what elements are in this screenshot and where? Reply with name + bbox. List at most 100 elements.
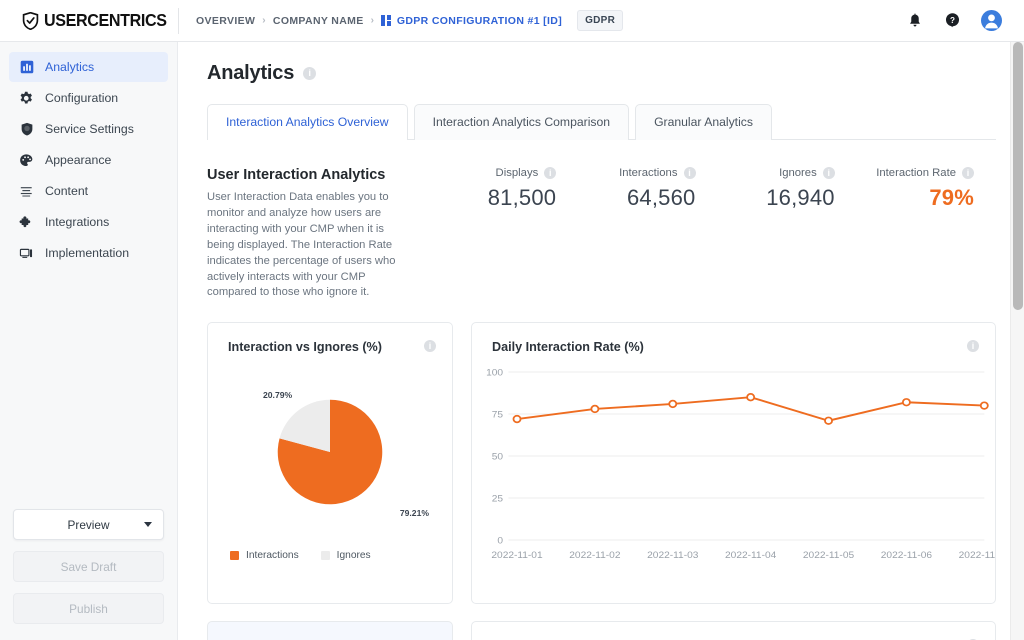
data-point[interactable] xyxy=(512,415,522,424)
header-actions: ? xyxy=(905,10,1010,31)
card-info-icon[interactable]: i xyxy=(424,340,436,353)
scrollbar-thumb[interactable] xyxy=(1013,42,1023,310)
card-info-icon[interactable]: i xyxy=(967,340,979,353)
sidebar-actions: Preview Save Draft Publish xyxy=(0,509,177,640)
x-axis-tick-label: 2022-11-03 xyxy=(647,551,699,562)
legend-item-ignores[interactable]: Ignores xyxy=(320,550,371,562)
card-title: Interaction vs Ignores (%) xyxy=(228,340,382,355)
sidebar-item-implementation[interactable]: Implementation xyxy=(9,238,168,268)
sidebar-item-configuration[interactable]: Configuration xyxy=(9,83,168,113)
brand-name: USERCENTRICS xyxy=(44,10,167,30)
tab-interaction-analytics-comparison[interactable]: Interaction Analytics Comparison xyxy=(413,104,630,140)
sidebar-item-label: Service Settings xyxy=(45,122,134,136)
sidebar-item-content[interactable]: Content xyxy=(9,176,168,206)
data-point[interactable] xyxy=(979,401,989,411)
charts-row: Interaction vs Ignores (%) i 20.79% 79.2… xyxy=(207,301,1010,605)
sidebar-item-label: Content xyxy=(45,184,89,198)
kpi-value: 79% xyxy=(929,185,974,210)
breadcrumb-separator: › xyxy=(262,15,266,26)
card-header: Interaction vs Ignores (%) i xyxy=(208,323,452,354)
app-root: USERCENTRICS Overview › Company Name › G… xyxy=(0,0,1024,640)
chart-placeholder-card xyxy=(207,621,453,640)
pie-slice-label-ignores: 20.79% xyxy=(263,390,293,401)
x-axis-tick-label: 2022-11-07 xyxy=(959,551,995,562)
header-divider xyxy=(178,7,179,34)
sidebar-item-integrations[interactable]: Integrations xyxy=(9,207,168,237)
app-body: Analytics Configuration Service Settings xyxy=(0,42,1024,640)
kpi-label: Interaction Rate xyxy=(876,167,956,179)
x-axis-tick-label: 2022-11-02 xyxy=(569,551,620,562)
breadcrumb-item-configuration[interactable]: GDPR Configuration #1 [ID] xyxy=(381,15,562,27)
pie-chart: 20.79% 79.21% xyxy=(208,354,452,550)
kpi-info-icon[interactable]: i xyxy=(962,167,974,179)
svg-text:?: ? xyxy=(950,16,955,25)
publish-button[interactable]: Publish xyxy=(13,593,164,624)
legend-label: Interactions xyxy=(246,550,299,562)
legend-swatch xyxy=(320,551,330,561)
x-axis-tick-label: 2022-11-04 xyxy=(725,551,777,562)
main-inner: Analytics i Interaction Analytics Overvi… xyxy=(178,42,1024,640)
analytics-tabs: Interaction Analytics Overview Interacti… xyxy=(207,104,996,140)
kpi-info-icon[interactable]: i xyxy=(683,167,696,179)
shield-check-icon xyxy=(22,11,39,30)
kpi-info-icon[interactable]: i xyxy=(544,167,557,179)
legend-swatch xyxy=(230,551,239,561)
page-title-info-icon[interactable]: i xyxy=(303,67,317,80)
x-axis-tick-label: 2022-11-06 xyxy=(881,551,933,562)
gear-icon xyxy=(19,91,34,106)
monitor-icon xyxy=(19,246,34,261)
card-title: Daily Interaction Rate (%) xyxy=(492,340,644,355)
help-question-icon[interactable]: ? xyxy=(943,11,962,30)
data-point[interactable] xyxy=(668,400,678,409)
card-header: Daily Interaction Rate (%) i xyxy=(472,323,995,354)
page-title: Analytics xyxy=(207,62,295,84)
main-content: Analytics i Interaction Analytics Overvi… xyxy=(178,42,1024,640)
kpi-ignores: Ignores i 16,940 xyxy=(718,167,857,301)
user-avatar-icon[interactable] xyxy=(981,10,1002,31)
sidebar-item-label: Appearance xyxy=(45,153,112,167)
bottom-charts-row: Displays vs. Interactions (Total) i xyxy=(207,604,996,640)
data-point[interactable] xyxy=(590,405,600,414)
shield-icon xyxy=(19,122,34,137)
card-header: Displays vs. Interactions (Total) i xyxy=(472,622,995,640)
sidebar: Analytics Configuration Service Settings xyxy=(0,42,178,640)
palette-icon xyxy=(19,153,34,168)
data-point[interactable] xyxy=(901,398,911,407)
x-axis-tick-label: 2022-11-01 xyxy=(491,551,542,562)
breadcrumb-item-overview[interactable]: Overview xyxy=(196,15,255,27)
preview-dropdown-button[interactable]: Preview xyxy=(13,509,164,540)
kpi-label-row: Interaction Rate i xyxy=(876,167,974,179)
list-lines-icon xyxy=(19,184,34,199)
legend-label: Ignores xyxy=(336,550,371,562)
chevron-down-icon xyxy=(144,522,152,527)
kpi-label-row: Ignores i xyxy=(779,167,835,179)
data-point[interactable] xyxy=(824,416,833,426)
data-point[interactable] xyxy=(746,393,756,402)
line-chart-svg: 0 25 50 75 100 2022-11-01 2022-11-02 2022-11-03… xyxy=(486,368,1010,562)
y-axis-tick-label: 75 xyxy=(492,410,504,421)
sidebar-item-label: Configuration xyxy=(45,91,119,105)
kpi-row: Displays i 81,500 Interactions i 64,560 xyxy=(399,167,996,301)
notifications-bell-icon[interactable] xyxy=(905,11,924,30)
sidebar-item-appearance[interactable]: Appearance xyxy=(9,145,168,175)
sidebar-item-label: Analytics xyxy=(45,60,95,74)
sidebar-item-label: Integrations xyxy=(45,215,110,229)
kpi-label: Displays xyxy=(495,167,539,179)
sidebar-item-label: Implementation xyxy=(45,246,130,260)
breadcrumb-current-label: GDPR Configuration #1 [ID] xyxy=(396,14,563,27)
kpi-info-icon[interactable]: i xyxy=(822,167,835,179)
sidebar-item-analytics[interactable]: Analytics xyxy=(9,52,168,82)
overview-heading: User Interaction Analytics xyxy=(207,167,386,183)
vertical-scrollbar[interactable] xyxy=(1010,42,1024,640)
sidebar-item-service-settings[interactable]: Service Settings xyxy=(9,114,168,144)
tab-granular-analytics[interactable]: Granular Analytics xyxy=(635,104,772,140)
tab-interaction-analytics-overview[interactable]: Interaction Analytics Overview xyxy=(207,104,408,140)
save-draft-button[interactable]: Save Draft xyxy=(13,551,164,582)
breadcrumb-item-company[interactable]: Company Name xyxy=(273,15,364,27)
kpi-value: 16,940 xyxy=(766,185,835,210)
legend-item-interactions[interactable]: Interactions xyxy=(230,550,299,561)
top-header: USERCENTRICS Overview › Company Name › G… xyxy=(0,0,1024,42)
brand-logo[interactable]: USERCENTRICS xyxy=(0,10,178,31)
puzzle-piece-icon xyxy=(19,215,34,230)
y-axis-tick-label: 25 xyxy=(492,494,504,505)
